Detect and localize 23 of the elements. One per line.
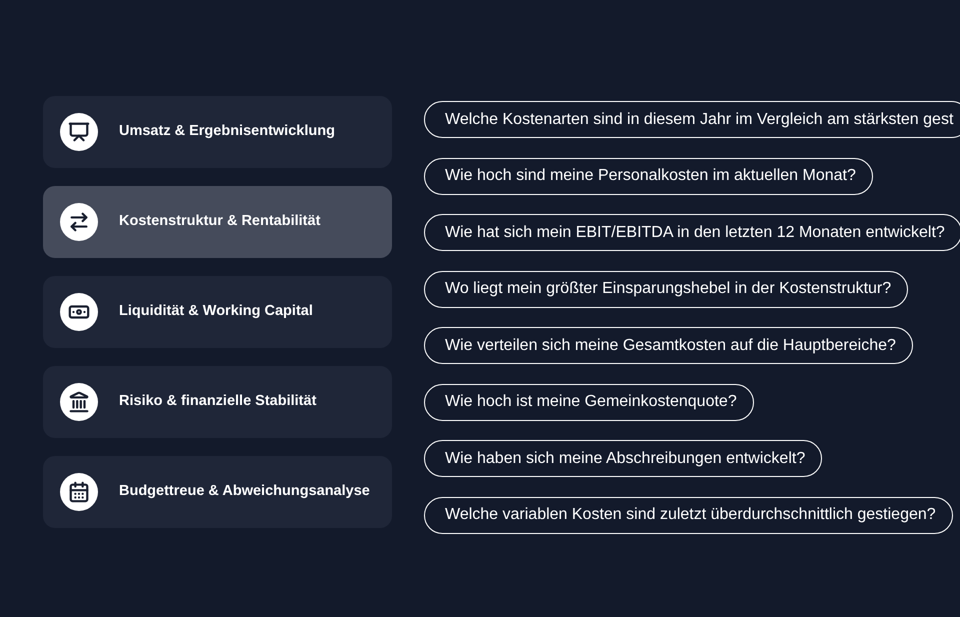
category-label: Umsatz & Ergebnisentwicklung [119, 122, 335, 142]
calendar-icon [60, 473, 98, 511]
category-card[interactable]: Risiko & finanzielle Stabilität [43, 366, 392, 438]
category-label: Risiko & finanzielle Stabilität [119, 392, 316, 412]
bank-building-icon [60, 383, 98, 421]
question-chip[interactable]: Welche Kostenarten sind in diesem Jahr im Vergleich am stärksten gest [424, 101, 960, 138]
presentation-icon [60, 113, 98, 151]
category-card[interactable]: Kostenstruktur & Rentabilität [43, 186, 392, 258]
question-chip[interactable]: Wie haben sich meine Abschreibungen entwickelt? [424, 440, 822, 477]
category-label: Kostenstruktur & Rentabilität [119, 212, 320, 232]
category-label: Budgettreue & Abweichungsanalyse [119, 482, 370, 502]
category-card[interactable]: Liquidität & Working Capital [43, 276, 392, 348]
question-chip[interactable]: Wie hoch sind meine Personalkosten im aktuellen Monat? [424, 158, 873, 194]
category-card[interactable]: Umsatz & Ergebnisentwicklung [43, 96, 392, 168]
question-chip[interactable]: Wie hat sich mein EBIT/EBITDA in den letzten 12 Monaten entwickelt? [424, 214, 960, 251]
category-card[interactable]: Budgettreue & Abweichungsanalyse [43, 456, 392, 528]
question-chip[interactable]: Wo liegt mein größter Einsparungshebel in der Kostenstruktur? [424, 270, 908, 308]
exchange-arrows-icon [60, 203, 98, 241]
question-chip[interactable]: Wie hoch ist meine Gemeinkostenquote? [424, 384, 754, 420]
question-chip[interactable]: Welche variablen Kosten sind zuletzt überdurchschnittlich gestiegen? [424, 496, 953, 534]
category-label: Liquidität & Working Capital [119, 302, 313, 322]
banknote-icon [60, 293, 98, 331]
question-chip[interactable]: Wie verteilen sich meine Gesamtkosten auf die Hauptbereiche? [424, 327, 913, 364]
